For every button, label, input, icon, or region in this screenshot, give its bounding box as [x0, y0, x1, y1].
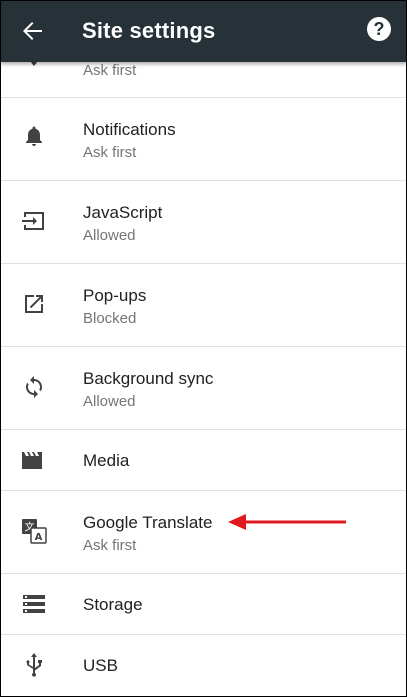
list-item-label: Media [83, 451, 130, 470]
help-button[interactable]: ? [367, 17, 391, 41]
back-button[interactable] [16, 15, 48, 47]
help-icon: ? [373, 19, 385, 39]
list-item-label: Notifications [83, 120, 176, 139]
list-item-sub: Ask first [83, 144, 137, 161]
usb-icon [18, 649, 50, 681]
page-title: Site settings [82, 18, 216, 43]
list-item-sub: Allowed [83, 393, 136, 410]
storage-icon [18, 588, 50, 620]
list-item-sub: Blocked [83, 310, 137, 327]
list-item-popups[interactable]: Pop-ups Blocked [0, 264, 407, 347]
arrow-back-icon [23, 22, 42, 40]
red-arrow-icon [228, 514, 346, 530]
sync-icon [18, 371, 50, 403]
app-bar: Site settings ? [0, 0, 407, 62]
list-item-media[interactable]: Media [0, 430, 407, 491]
translate-icon: 文 A [18, 515, 50, 547]
svg-text:A: A [35, 532, 43, 543]
list-item-label: Google Translate [83, 513, 213, 532]
list-item-label: Background sync [83, 369, 214, 388]
list-item-sub: Ask first [83, 62, 137, 79]
list-item-sub: Ask first [83, 537, 137, 554]
list-item-label: USB [83, 656, 118, 675]
popup-icon [18, 288, 50, 320]
list-item-sub: Allowed [83, 227, 136, 244]
list-item-label: Pop-ups [83, 286, 147, 305]
list-item-background-sync[interactable]: Background sync Allowed [0, 347, 407, 430]
javascript-icon [18, 205, 50, 237]
bell-icon [18, 120, 50, 152]
list-item-javascript[interactable]: JavaScript Allowed [0, 181, 407, 264]
list-item-label: Storage [83, 595, 143, 614]
list-item-storage[interactable]: Storage [0, 574, 407, 635]
media-icon [18, 444, 50, 476]
list-item-notifications[interactable]: Notifications Ask first [0, 98, 407, 181]
list-item-google-translate[interactable]: 文 A Google Translate Ask first [0, 491, 407, 574]
list-item-usb[interactable]: USB [0, 635, 407, 696]
list-item-label: JavaScript [83, 203, 163, 222]
